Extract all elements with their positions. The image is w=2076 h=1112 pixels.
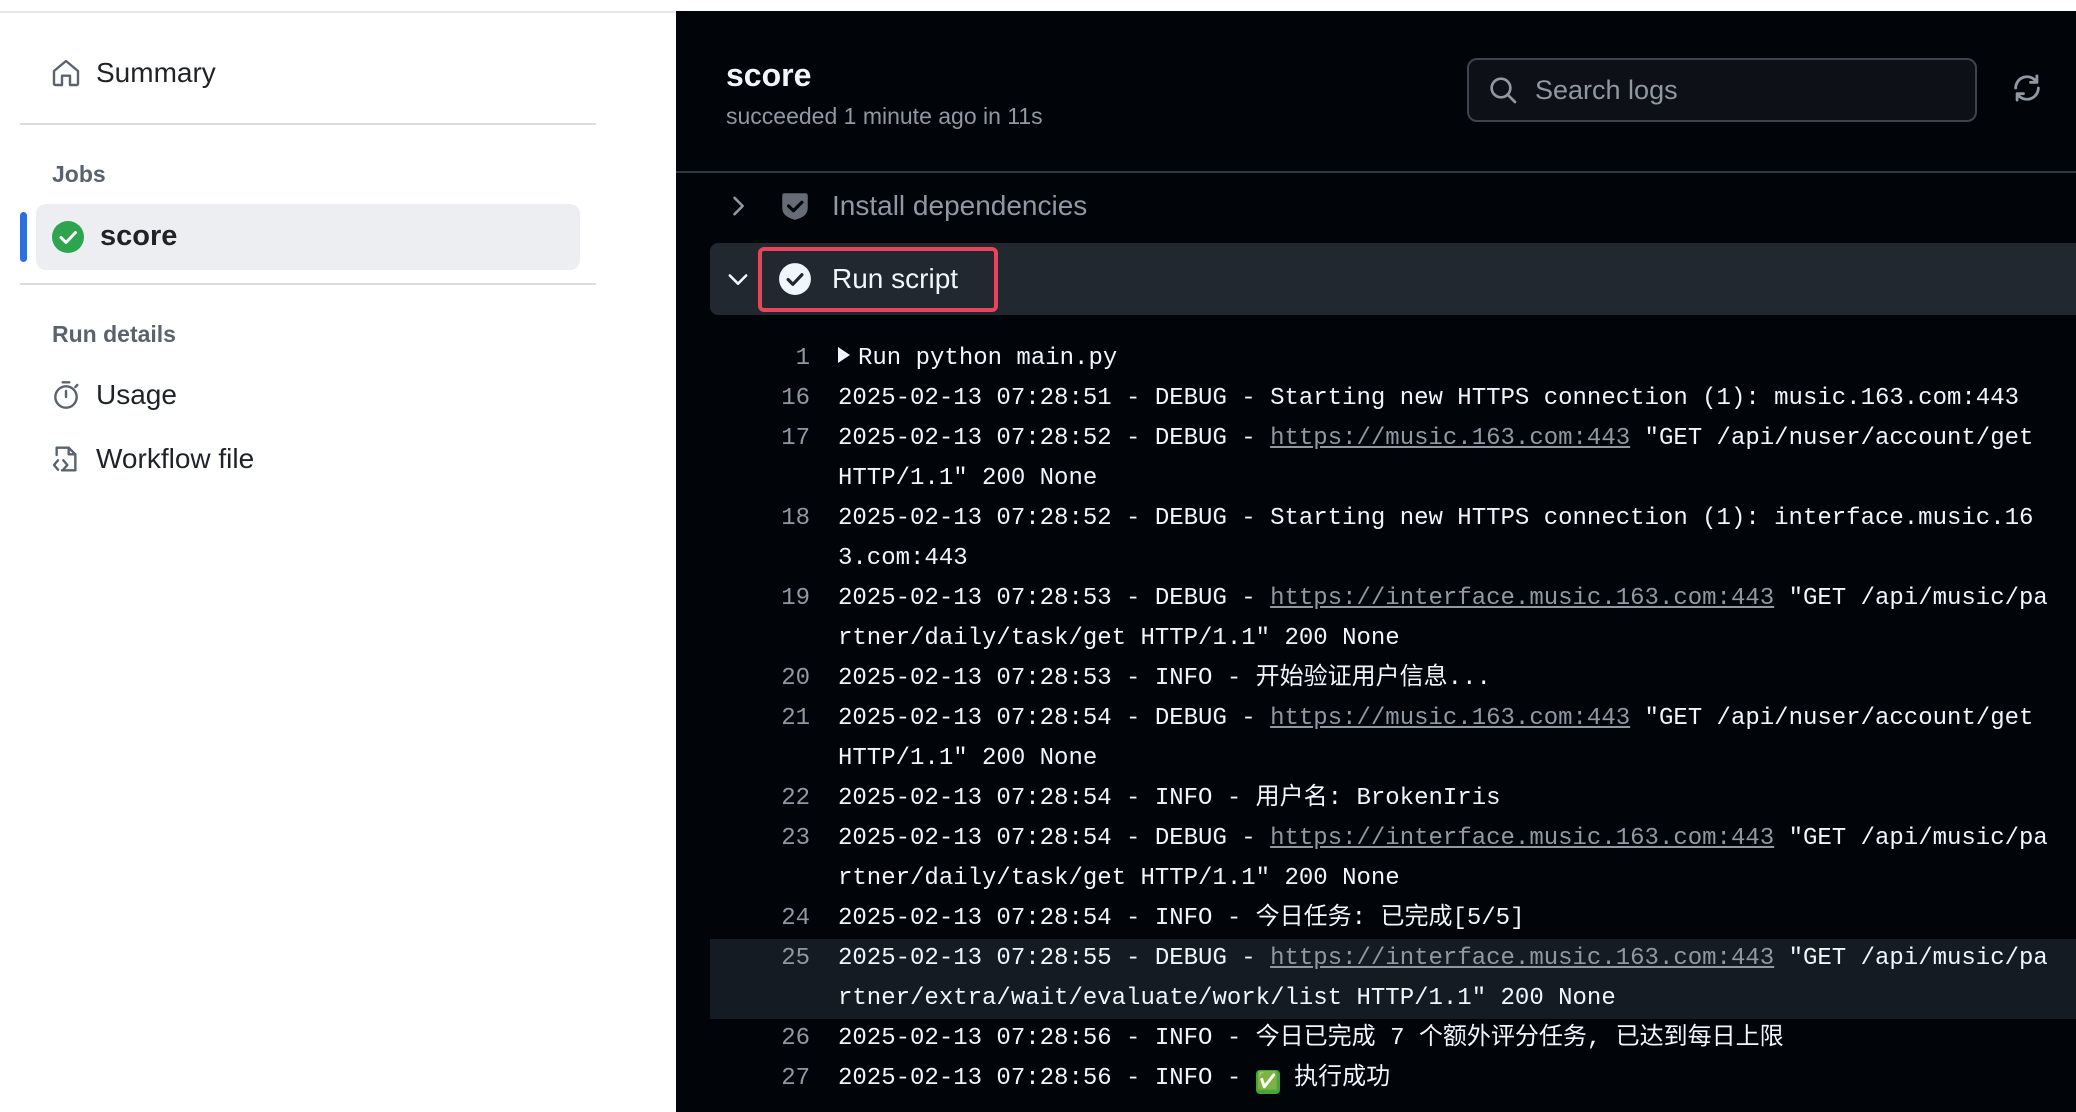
log-line[interactable]: 26 2025-02-13 07:28:56 - INFO - 今日已完成 7 … bbox=[710, 1019, 2076, 1059]
success-check-icon bbox=[52, 220, 84, 253]
log-line[interactable]: 16 2025-02-13 07:28:51 - DEBUG - Startin… bbox=[710, 379, 2076, 419]
stopwatch-icon bbox=[54, 381, 79, 409]
chevron-down-icon bbox=[728, 274, 748, 285]
log-panel: score succeeded 1 minute ago in 11s Inst… bbox=[676, 11, 2076, 1112]
workflow-file-label: Workflow file bbox=[96, 443, 255, 474]
file-code-icon bbox=[52, 446, 77, 472]
log-line[interactable]: 17 2025-02-13 07:28:52 - DEBUG - https:/… bbox=[710, 419, 2076, 499]
summary-label: Summary bbox=[96, 57, 216, 88]
log-line[interactable]: 18 2025-02-13 07:28:52 - DEBUG - Startin… bbox=[710, 499, 2076, 579]
job-title: score bbox=[726, 57, 812, 93]
sidebar-job-score[interactable]: score bbox=[52, 220, 177, 253]
line-number: 27 bbox=[781, 1065, 810, 1092]
log-line[interactable]: 23 2025-02-13 07:28:54 - DEBUG - https:/… bbox=[710, 819, 2076, 899]
step-success-icon bbox=[782, 193, 808, 220]
line-number: 19 bbox=[781, 585, 810, 612]
log-text: 2025-02-13 07:28:54 - INFO - 用户名: Broken… bbox=[838, 785, 1501, 812]
line-number: 18 bbox=[781, 505, 810, 532]
step-install-dependencies[interactable]: Install dependencies bbox=[710, 179, 2076, 233]
sidebar-item-usage[interactable]: Usage bbox=[50, 379, 177, 411]
divider bbox=[20, 123, 596, 125]
log-line-selected[interactable]: 25 2025-02-13 07:28:55 - DEBUG - https:/… bbox=[710, 939, 2076, 1019]
log-text: 执行成功 bbox=[1279, 1065, 1391, 1092]
line-number: 1 bbox=[795, 345, 810, 372]
search-icon bbox=[1490, 77, 1517, 104]
sidebar: Summary Jobs score Run details Usage Wor… bbox=[0, 13, 676, 1112]
line-number: 24 bbox=[781, 905, 810, 932]
log-link[interactable]: https://interface.music.163.com:443 bbox=[1270, 825, 1774, 852]
log-link[interactable]: https://interface.music.163.com:443 bbox=[1270, 585, 1774, 612]
step-success-icon bbox=[779, 263, 811, 295]
log-text: 2025-02-13 07:28:53 - INFO - 开始验证用户信息... bbox=[838, 665, 1491, 692]
log-text: 2025-02-13 07:28:56 - INFO - bbox=[838, 1065, 1256, 1092]
log-text: 2025-02-13 07:28:51 - DEBUG - Starting n… bbox=[838, 385, 2019, 412]
log-text: 2025-02-13 07:28:55 - DEBUG - bbox=[838, 945, 1271, 972]
expand-triangle-icon[interactable] bbox=[838, 347, 850, 363]
log-link[interactable]: https://music.163.com:443 bbox=[1270, 705, 1630, 732]
job-header: score succeeded 1 minute ago in 11s bbox=[676, 11, 2076, 173]
jobs-heading: Jobs bbox=[52, 161, 106, 187]
log-text: 2025-02-13 07:28:56 - INFO - 今日已完成 7 个额外… bbox=[838, 1025, 1784, 1052]
log-line[interactable]: 20 2025-02-13 07:28:53 - INFO - 开始验证用户信息… bbox=[710, 659, 2076, 699]
sidebar-item-workflow-file[interactable]: Workflow file bbox=[50, 443, 254, 475]
home-icon bbox=[52, 59, 80, 87]
log-text: 2025-02-13 07:28:54 - DEBUG - bbox=[838, 705, 1271, 732]
line-number: 21 bbox=[781, 705, 810, 732]
line-number: 23 bbox=[781, 825, 810, 852]
run-details-heading: Run details bbox=[52, 321, 176, 347]
line-number: 25 bbox=[781, 945, 810, 972]
check-mark-emoji-icon: ✅ bbox=[1255, 1070, 1280, 1094]
usage-label: Usage bbox=[96, 379, 177, 410]
job-status: succeeded 1 minute ago in 11s bbox=[726, 103, 1043, 129]
step-label: Run script bbox=[832, 263, 959, 294]
log-line[interactable]: 1 Run python main.py bbox=[710, 339, 2076, 379]
line-number: 20 bbox=[781, 665, 810, 692]
log-line[interactable]: 27 2025-02-13 07:28:56 - INFO - ✅ 执行成功 bbox=[710, 1059, 2076, 1099]
log-output: 1 Run python main.py 16 2025-02-13 07:28… bbox=[710, 339, 2076, 1099]
step-label: Install dependencies bbox=[832, 190, 1088, 221]
line-number: 26 bbox=[781, 1025, 810, 1052]
log-line[interactable]: 22 2025-02-13 07:28:54 - INFO - 用户名: Bro… bbox=[710, 779, 2076, 819]
log-line[interactable]: 24 2025-02-13 07:28:54 - INFO - 今日任务: 已完… bbox=[710, 899, 2076, 939]
refresh-icon[interactable] bbox=[2010, 71, 2044, 105]
log-line[interactable]: 19 2025-02-13 07:28:53 - DEBUG - https:/… bbox=[710, 579, 2076, 659]
search-input[interactable] bbox=[1533, 73, 1975, 107]
job-name: score bbox=[100, 220, 178, 252]
line-number: 16 bbox=[781, 385, 810, 412]
active-indicator bbox=[20, 212, 27, 262]
divider bbox=[20, 283, 596, 285]
log-text: 2025-02-13 07:28:53 - DEBUG - bbox=[838, 585, 1271, 612]
log-link[interactable]: https://music.163.com:443 bbox=[1270, 425, 1630, 452]
log-text: 2025-02-13 07:28:54 - DEBUG - bbox=[838, 825, 1271, 852]
top-divider bbox=[0, 0, 676, 13]
log-text: 2025-02-13 07:28:52 - DEBUG - Starting n… bbox=[838, 505, 2034, 572]
log-line[interactable]: 21 2025-02-13 07:28:54 - DEBUG - https:/… bbox=[710, 699, 2076, 779]
line-number: 22 bbox=[781, 785, 810, 812]
log-text: 2025-02-13 07:28:52 - DEBUG - bbox=[838, 425, 1271, 452]
log-text: Run python main.py bbox=[858, 345, 1118, 372]
step-run-script[interactable]: Run script bbox=[710, 243, 2076, 315]
sidebar-item-summary[interactable]: Summary bbox=[50, 57, 216, 89]
log-link[interactable]: https://interface.music.163.com:443 bbox=[1270, 945, 1774, 972]
log-text: 2025-02-13 07:28:54 - INFO - 今日任务: 已完成[5… bbox=[838, 905, 1525, 932]
search-box[interactable] bbox=[1467, 58, 1977, 122]
line-number: 17 bbox=[781, 425, 810, 452]
chevron-right-icon bbox=[733, 196, 744, 216]
